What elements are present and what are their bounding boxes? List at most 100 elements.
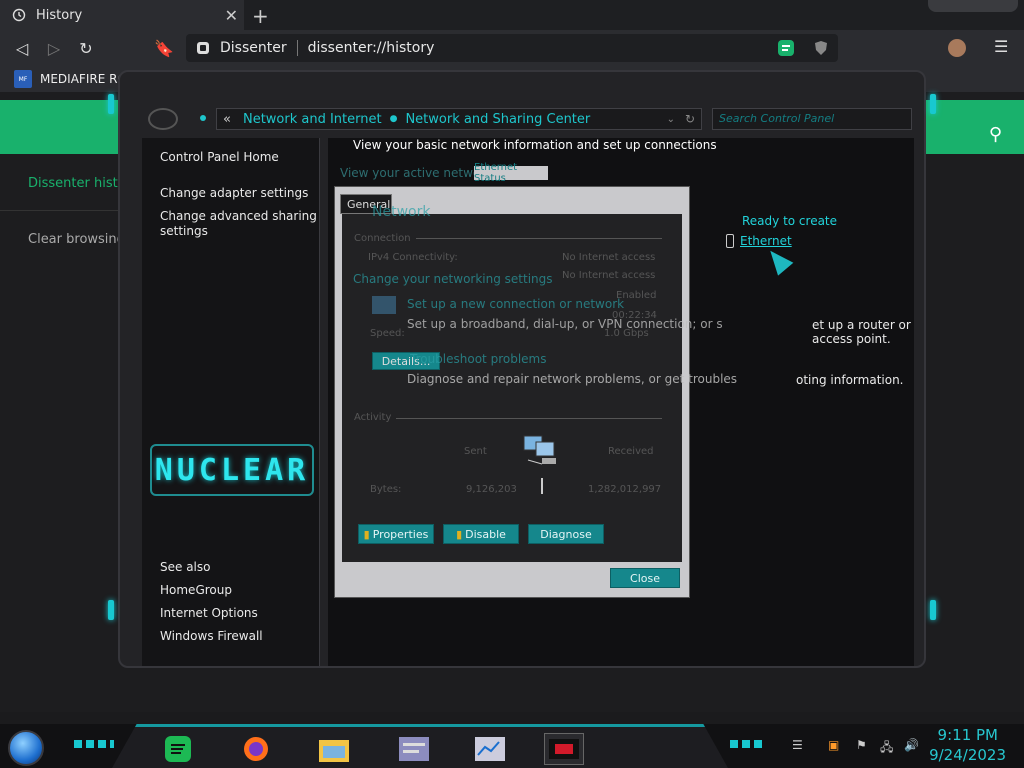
clock-date[interactable]: 9/24/2023 [929, 746, 1006, 764]
troubleshoot-desc: Diagnose and repair network problems, or… [407, 372, 738, 386]
troubleshoot-link[interactable]: Troubleshoot problems [410, 352, 546, 366]
clear-browsing-link[interactable]: Clear browsing [28, 232, 125, 247]
menu-icon[interactable]: ☰ [994, 37, 1008, 56]
search-icon[interactable]: ⚲ [989, 124, 1002, 145]
cursor-icon [762, 244, 794, 276]
tab-title: History [36, 7, 83, 23]
file-explorer-icon[interactable] [314, 733, 354, 765]
close-tab-icon[interactable]: ✕ [225, 6, 238, 25]
search-input[interactable]: Search Control Panel [712, 108, 912, 130]
sidebar-item-advanced-sharing[interactable]: Change advanced sharing settings [160, 209, 320, 239]
spotify-icon[interactable] [158, 733, 198, 765]
tab-history[interactable]: History ✕ [0, 0, 244, 30]
breadcrumb-sharing-center[interactable]: Network and Sharing Center [405, 112, 590, 127]
active-networks-heading: View your active netwo [340, 166, 481, 180]
mediafire-icon: MF [14, 70, 32, 88]
reload-icon[interactable]: ↻ [70, 32, 102, 64]
frame-glow [108, 600, 114, 620]
action-center-icon[interactable]: ⚑ [856, 738, 867, 752]
start-button[interactable] [8, 730, 44, 766]
sidebar-item-adapter-settings[interactable]: Change adapter settings [160, 186, 320, 201]
bookmark-mediafire[interactable]: MEDIAFIRE RO [40, 72, 127, 86]
breadcrumb[interactable]: « Network and Internet ● Network and Sha… [216, 108, 702, 130]
site-name: Dissenter [220, 40, 287, 56]
avatar[interactable] [948, 39, 966, 57]
sidebar-item-windows-firewall[interactable]: Windows Firewall [160, 629, 320, 644]
tray-app-icon[interactable]: ▣ [828, 738, 839, 752]
sidebar-item-control-panel-home[interactable]: Control Panel Home [160, 150, 320, 165]
bookmark-icon[interactable]: 🔖 [148, 32, 180, 64]
disable-button-label: Disable [465, 527, 506, 541]
tray-stack-icon[interactable]: ☰ [792, 738, 803, 752]
divider [416, 238, 662, 239]
taskbar: ☰ ▣ ⚑ 🖧 🔊 9:11 PM 9/24/2023 [0, 724, 1024, 768]
browser-tab-bar: History ✕ + [0, 0, 1024, 30]
ipv4-label: IPv4 Connectivity: [368, 252, 458, 263]
network-computers-icon [523, 435, 556, 465]
clock-time[interactable]: 9:11 PM [938, 726, 998, 744]
shield-icon: ▮ [363, 527, 370, 541]
bytes-received-value: 1,282,012,997 [588, 484, 662, 495]
network-label: Network [372, 204, 431, 220]
diagnose-button[interactable]: Diagnose [528, 524, 604, 544]
breadcrumb-separator-icon: ● [389, 114, 398, 124]
url-text: dissenter://history [307, 40, 435, 56]
dialog-title: Ethernet Status [474, 162, 548, 184]
ready-to-create-text: Ready to create [742, 214, 838, 228]
content-title: View your basic network information and … [353, 138, 717, 152]
received-label: Received [608, 446, 654, 457]
change-settings-heading: Change your networking settings [353, 272, 553, 286]
breadcrumb-network-internet[interactable]: Network and Internet [243, 112, 382, 127]
page-title: Dissenter histo [28, 176, 126, 191]
nuclear-theme-icon[interactable] [544, 733, 584, 765]
breadcrumb-back[interactable]: « [223, 112, 231, 127]
setup-connection-desc: Set up a broadband, dial-up, or VPN conn… [407, 317, 723, 331]
url-separator [296, 40, 298, 56]
status-dot-icon [200, 115, 206, 121]
firefox-icon[interactable] [236, 733, 276, 765]
shield-icon: ▮ [456, 527, 463, 541]
dialog-body [342, 214, 682, 562]
sidebar-item-homegroup[interactable]: HomeGroup [160, 583, 320, 598]
frame-glow [930, 94, 936, 114]
forward-icon[interactable]: ▷ [38, 32, 70, 64]
dissenter-site-icon [197, 42, 209, 54]
window-controls[interactable] [928, 0, 1018, 12]
close-button[interactable]: Close [610, 568, 680, 588]
bytes-sent-value: 9,126,203 [466, 484, 517, 495]
ethernet-link[interactable]: Ethernet [740, 234, 792, 248]
setup-connection-link[interactable]: Set up a new connection or network [407, 297, 624, 311]
chevron-down-icon[interactable]: ⌄ [667, 114, 675, 125]
volume-icon[interactable]: 🔊 [904, 738, 919, 752]
divider [541, 478, 543, 494]
speed-value: 1.0 Gbps [604, 328, 649, 339]
speed-label: Speed: [370, 328, 405, 339]
browser-toolbar: ◁ ▷ ↻ 🔖 Dissenter dissenter://history ☰ [0, 30, 1024, 66]
sent-label: Sent [464, 446, 487, 457]
new-tab-button[interactable]: + [252, 4, 269, 28]
activity-heading: Activity [354, 412, 392, 423]
ipv4-value: No Internet access [562, 252, 656, 263]
refresh-icon[interactable]: ↻ [685, 112, 695, 126]
network-tray-icon[interactable]: 🖧 [880, 738, 893, 759]
setup-desc-tail: et up a router or access point. [812, 318, 911, 346]
ethernet-plug-icon [726, 234, 734, 248]
taskbar-decor [730, 740, 766, 748]
bytes-label: Bytes: [370, 484, 402, 495]
comments-icon[interactable] [778, 40, 794, 56]
troubleshoot-desc-tail: oting information. [796, 373, 904, 387]
frame-glow [930, 600, 936, 620]
divider [0, 210, 120, 211]
sidebar-item-internet-options[interactable]: Internet Options [160, 606, 320, 621]
nav-orb-icon[interactable] [148, 108, 178, 130]
taskbar-dock [112, 724, 728, 768]
address-bar[interactable]: Dissenter dissenter://history [186, 34, 838, 62]
shield-icon[interactable] [814, 40, 828, 56]
ipv6-value: No Internet access [562, 270, 656, 281]
resource-monitor-icon[interactable] [470, 733, 510, 765]
back-icon[interactable]: ◁ [6, 32, 38, 64]
control-panel-app-icon[interactable] [394, 733, 434, 765]
divider [396, 418, 662, 419]
properties-button[interactable]: ▮ Properties [358, 524, 434, 544]
disable-button[interactable]: ▮ Disable [443, 524, 519, 544]
